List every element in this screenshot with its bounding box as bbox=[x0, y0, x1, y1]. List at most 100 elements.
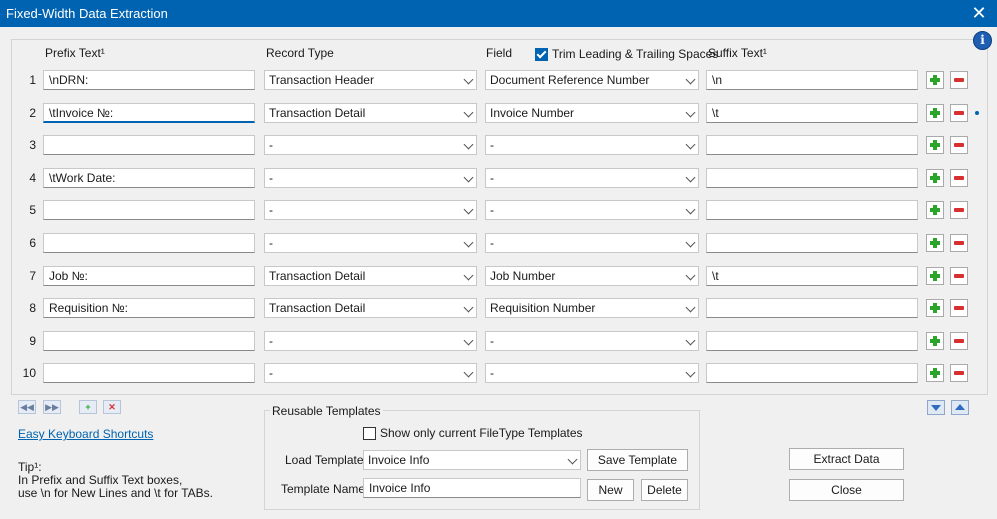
suffix-input[interactable]: \t bbox=[706, 266, 918, 286]
record-type-select[interactable]: - bbox=[264, 200, 477, 220]
prefix-input[interactable] bbox=[43, 200, 255, 220]
save-template-button[interactable]: Save Template bbox=[587, 449, 688, 471]
record-type-value: - bbox=[269, 366, 273, 380]
suffix-input[interactable] bbox=[706, 135, 918, 155]
remove-row-button[interactable] bbox=[950, 267, 968, 285]
prefix-input[interactable]: \tInvoice №: bbox=[43, 103, 255, 123]
add-row-button[interactable] bbox=[926, 299, 944, 317]
add-row-button[interactable] bbox=[926, 169, 944, 187]
field-select[interactable]: - bbox=[485, 168, 699, 188]
field-value: - bbox=[490, 171, 494, 185]
load-template-select[interactable]: Invoice Info bbox=[363, 450, 581, 470]
row-number: 8 bbox=[29, 301, 36, 315]
remove-row-button[interactable] bbox=[950, 136, 968, 154]
checkbox-icon[interactable] bbox=[535, 47, 548, 61]
prefix-input[interactable]: \nDRN: bbox=[43, 70, 255, 90]
add-row-button[interactable] bbox=[926, 267, 944, 285]
window-title: Fixed-Width Data Extraction bbox=[6, 6, 168, 21]
chevron-down-icon bbox=[463, 302, 474, 313]
add-row-button[interactable] bbox=[926, 201, 944, 219]
remove-row-button[interactable] bbox=[950, 364, 968, 382]
chevron-down-icon bbox=[463, 367, 474, 378]
scroll-down-button[interactable] bbox=[927, 400, 945, 415]
suffix-input[interactable] bbox=[706, 168, 918, 188]
clear-rows-icon[interactable]: ✕ bbox=[103, 400, 121, 414]
field-value: - bbox=[490, 334, 494, 348]
field-select[interactable]: - bbox=[485, 200, 699, 220]
scroll-up-button[interactable] bbox=[951, 400, 969, 415]
prefix-input[interactable] bbox=[43, 331, 255, 351]
remove-row-button[interactable] bbox=[950, 234, 968, 252]
field-value: Requisition Number bbox=[490, 301, 596, 315]
add-row-button[interactable] bbox=[926, 364, 944, 382]
show-only-filetype-label: Show only current FileType Templates bbox=[380, 426, 583, 440]
chevron-down-icon bbox=[685, 237, 696, 248]
field-select[interactable]: Invoice Number bbox=[485, 103, 699, 123]
record-type-value: Transaction Detail bbox=[269, 269, 366, 283]
record-type-select[interactable]: - bbox=[264, 168, 477, 188]
add-row-button[interactable] bbox=[926, 332, 944, 350]
move-first-icon[interactable]: ◀◀ bbox=[18, 400, 36, 414]
chevron-down-icon bbox=[685, 139, 696, 150]
record-type-select[interactable]: Transaction Detail bbox=[264, 103, 477, 123]
load-template-value: Invoice Info bbox=[368, 453, 430, 467]
record-type-select[interactable]: - bbox=[264, 363, 477, 383]
add-row-button[interactable] bbox=[926, 104, 944, 122]
tip-text: Tip¹: In Prefix and Suffix Text boxes, u… bbox=[18, 460, 213, 500]
remove-row-button[interactable] bbox=[950, 71, 968, 89]
prefix-input[interactable]: Job №: bbox=[43, 266, 255, 286]
delete-template-button[interactable]: Delete bbox=[641, 479, 688, 501]
suffix-input[interactable]: \t bbox=[706, 103, 918, 123]
new-template-button[interactable]: New bbox=[587, 479, 634, 501]
record-type-select[interactable]: - bbox=[264, 135, 477, 155]
insert-row-icon[interactable]: + bbox=[79, 400, 97, 414]
row-number: 1 bbox=[29, 73, 36, 87]
field-select[interactable]: - bbox=[485, 233, 699, 253]
suffix-input[interactable] bbox=[706, 298, 918, 318]
checkbox-icon[interactable] bbox=[363, 426, 376, 440]
remove-row-button[interactable] bbox=[950, 201, 968, 219]
chevron-down-icon bbox=[463, 139, 474, 150]
show-only-filetype-checkbox[interactable]: Show only current FileType Templates bbox=[363, 426, 583, 440]
extract-data-button[interactable]: Extract Data bbox=[789, 448, 904, 470]
add-row-button[interactable] bbox=[926, 234, 944, 252]
prefix-input[interactable]: Requisition №: bbox=[43, 298, 255, 318]
add-row-button[interactable] bbox=[926, 136, 944, 154]
prefix-input[interactable] bbox=[43, 363, 255, 383]
record-type-select[interactable]: Transaction Header bbox=[264, 70, 477, 90]
record-type-select[interactable]: Transaction Detail bbox=[264, 266, 477, 286]
suffix-input[interactable] bbox=[706, 363, 918, 383]
template-name-input[interactable]: Invoice Info bbox=[363, 478, 581, 498]
load-template-label: Load Template: bbox=[285, 453, 367, 467]
row-number: 7 bbox=[29, 269, 36, 283]
close-button[interactable]: Close bbox=[789, 479, 904, 501]
chevron-down-icon bbox=[685, 270, 696, 281]
suffix-input[interactable]: \n bbox=[706, 70, 918, 90]
field-select[interactable]: Job Number bbox=[485, 266, 699, 286]
remove-row-button[interactable] bbox=[950, 332, 968, 350]
field-select[interactable]: - bbox=[485, 363, 699, 383]
prefix-input[interactable] bbox=[43, 233, 255, 253]
keyboard-shortcuts-link[interactable]: Easy Keyboard Shortcuts bbox=[18, 427, 153, 441]
remove-row-button[interactable] bbox=[950, 299, 968, 317]
info-icon[interactable]: i bbox=[973, 31, 992, 50]
field-select[interactable]: Requisition Number bbox=[485, 298, 699, 318]
prefix-input[interactable] bbox=[43, 135, 255, 155]
move-last-icon[interactable]: ▶▶ bbox=[43, 400, 61, 414]
field-value: Job Number bbox=[490, 269, 556, 283]
record-type-select[interactable]: - bbox=[264, 331, 477, 351]
record-type-select[interactable]: Transaction Detail bbox=[264, 298, 477, 318]
field-select[interactable]: - bbox=[485, 331, 699, 351]
field-select[interactable]: Document Reference Number bbox=[485, 70, 699, 90]
suffix-input[interactable] bbox=[706, 331, 918, 351]
prefix-input[interactable]: \tWork Date: bbox=[43, 168, 255, 188]
add-row-button[interactable] bbox=[926, 71, 944, 89]
field-select[interactable]: - bbox=[485, 135, 699, 155]
record-type-select[interactable]: - bbox=[264, 233, 477, 253]
remove-row-button[interactable] bbox=[950, 104, 968, 122]
suffix-input[interactable] bbox=[706, 200, 918, 220]
trim-spaces-checkbox[interactable]: Trim Leading & Trailing Spaces bbox=[535, 47, 718, 61]
suffix-input[interactable] bbox=[706, 233, 918, 253]
remove-row-button[interactable] bbox=[950, 169, 968, 187]
close-icon[interactable]: ✕ bbox=[969, 3, 989, 23]
